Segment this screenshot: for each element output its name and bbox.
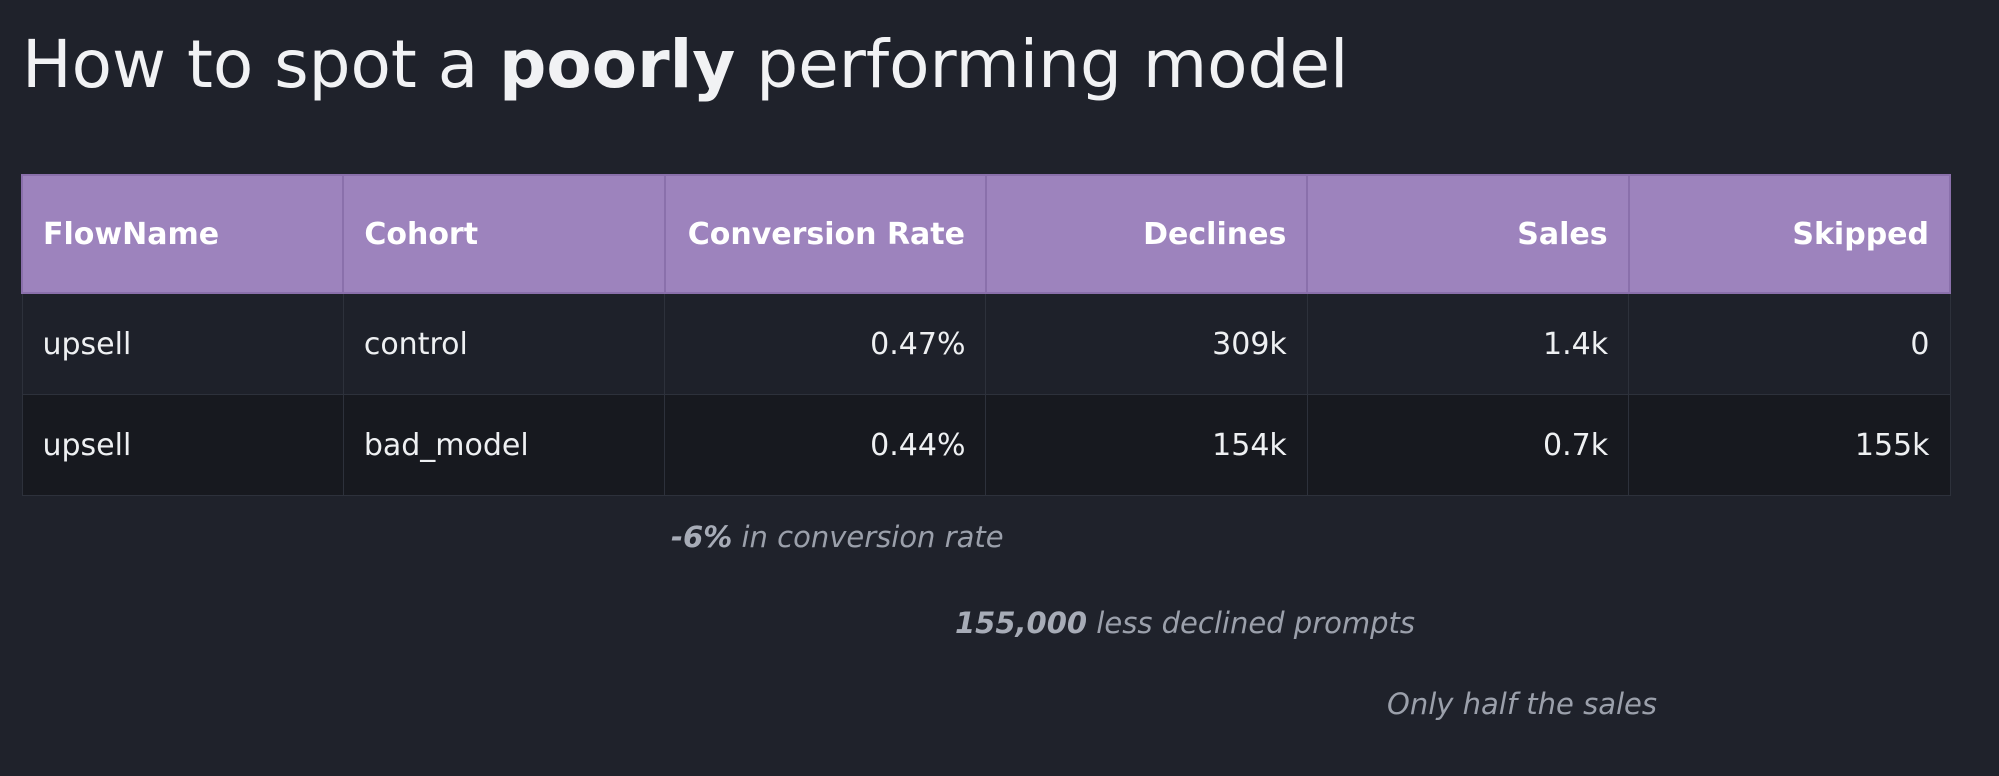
table-row: upsell bad_model 0.44% 154k 0.7k 155k [21,394,1951,496]
cell-skipped: 0 [1628,292,1951,395]
title-emphasis: poorly [499,26,736,103]
table-header-row: FlowName Cohort Conversion Rate Declines… [20,174,1952,294]
note-strong: -6% [671,520,733,554]
metrics-table: FlowName Cohort Conversion Rate Declines… [20,174,1952,496]
table-row: upsell control 0.47% 309k 1.4k 0 [21,292,1951,395]
note-text: in conversion rate [732,520,1004,554]
cell-conversion-rate: 0.44% [664,394,987,496]
header-skipped: Skipped [1627,174,1952,294]
note-strong: 155,000 [955,606,1088,640]
declines-note: 155,000 less declined prompts [955,606,1415,640]
cell-conversion-rate: 0.47% [664,292,987,395]
cell-sales: 1.4k [1306,292,1630,395]
cell-cohort: bad_model [342,394,666,496]
note-text: less declined prompts [1087,606,1416,640]
header-declines: Declines [984,174,1309,294]
cell-declines: 154k [985,394,1308,496]
title-prefix: How to spot a [22,26,500,103]
title-suffix: performing model [735,26,1349,103]
page-title: How to spot a poorly performing model [22,22,1348,108]
cell-skipped: 155k [1628,394,1951,496]
header-conversion-rate: Conversion Rate [663,174,987,294]
cell-cohort: control [342,292,666,395]
cell-sales: 0.7k [1306,394,1630,496]
header-cohort: Cohort [342,174,666,294]
cell-flowname: upsell [21,394,344,496]
header-flowname: FlowName [20,174,345,294]
header-sales: Sales [1306,174,1630,294]
note-text: Only half the sales [1387,687,1657,721]
cell-declines: 309k [985,292,1308,395]
cell-flowname: upsell [21,292,344,395]
conversion-rate-note: -6% in conversion rate [671,520,1004,554]
sales-note: Only half the sales [1387,687,1657,721]
